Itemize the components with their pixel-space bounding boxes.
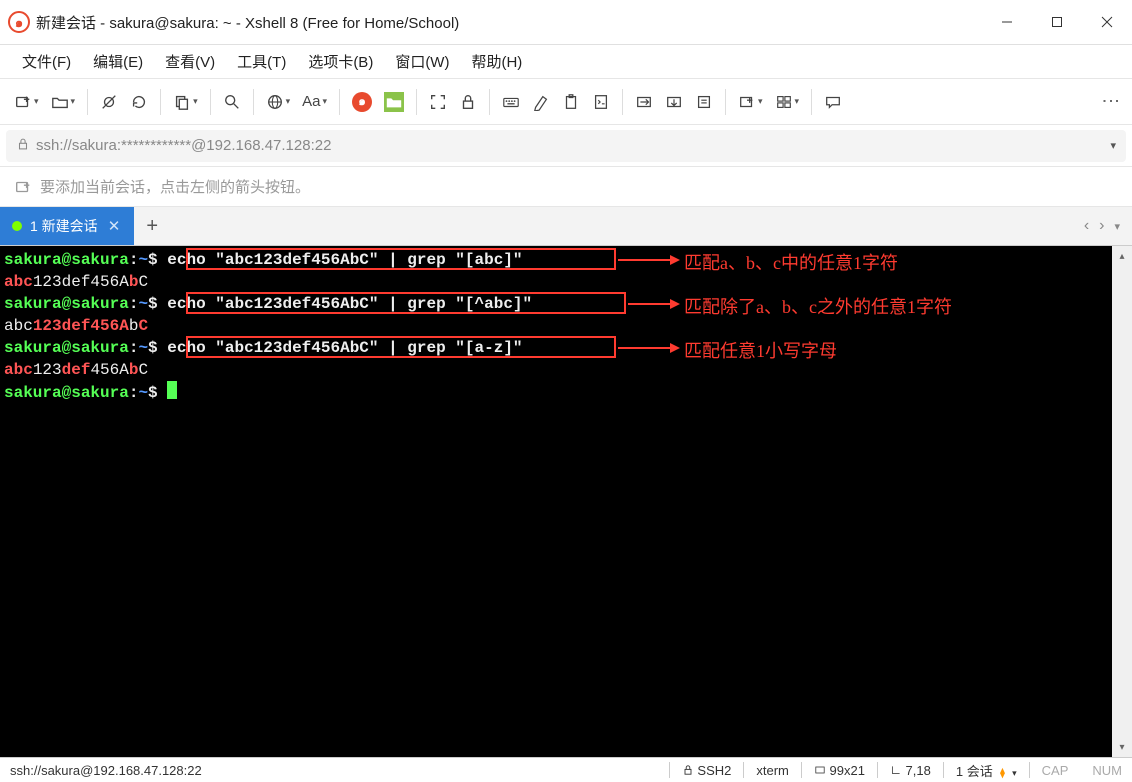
status-bar: ssh://sakura@192.168.47.128:22 SSH2 xter… xyxy=(0,757,1132,782)
new-session-button[interactable]: ▾ xyxy=(8,86,45,118)
status-capslock: CAP xyxy=(1030,763,1081,778)
status-sessions: 1 会话 ⧫ ▾ xyxy=(944,761,1029,780)
menu-edit[interactable]: 编辑(E) xyxy=(83,47,153,76)
reconnect-button[interactable] xyxy=(124,86,154,118)
tab-list-button[interactable]: ▾ xyxy=(1114,220,1120,233)
app-logo-icon: ๑ xyxy=(8,11,30,33)
status-ssh: SSH2 xyxy=(670,763,744,778)
tab-session-1[interactable]: 1 新建会话 ✕ xyxy=(0,207,134,245)
status-cursor-pos: 7,18 xyxy=(878,763,943,778)
close-button[interactable] xyxy=(1082,0,1132,45)
lock-icon xyxy=(16,137,30,155)
address-text: ssh://sakura:************@192.168.47.128… xyxy=(36,137,331,154)
menu-tools[interactable]: 工具(T) xyxy=(227,47,296,76)
disconnect-button[interactable] xyxy=(94,86,124,118)
open-session-button[interactable]: ▾ xyxy=(45,86,82,118)
menu-help[interactable]: 帮助(H) xyxy=(461,47,532,76)
copy-button[interactable]: ▾ xyxy=(167,86,204,118)
lock-button[interactable] xyxy=(453,86,483,118)
new-window-button[interactable]: ▾ xyxy=(732,86,769,118)
window-title: 新建会话 - sakura@sakura: ~ - Xshell 8 (Free… xyxy=(36,12,459,33)
tab-next-button[interactable]: › xyxy=(1099,217,1104,235)
terminal-scrollbar[interactable]: ▴ ▾ xyxy=(1112,246,1132,757)
toolbar-overflow-button[interactable]: ⋮ xyxy=(1100,92,1122,112)
tunnel-button[interactable] xyxy=(629,86,659,118)
menu-tabs[interactable]: 选项卡(B) xyxy=(298,47,383,76)
encoding-button[interactable]: ▾ xyxy=(260,86,297,118)
menu-file[interactable]: 文件(F) xyxy=(12,47,81,76)
address-bar: ssh://sakura:************@192.168.47.128… xyxy=(0,125,1132,167)
scrollbar-track[interactable] xyxy=(1112,266,1132,737)
scroll-up-icon[interactable]: ▴ xyxy=(1112,246,1132,266)
minimize-button[interactable] xyxy=(982,0,1032,45)
menu-view[interactable]: 查看(V) xyxy=(155,47,225,76)
font-button[interactable]: Aa▾ xyxy=(296,86,333,118)
scroll-down-icon[interactable]: ▾ xyxy=(1112,737,1132,757)
toolbar: ▾ ▾ ▾ ▾ Aa▾ ๑ ▾ ▾ ⋮ xyxy=(0,79,1132,125)
tab-status-indicator-icon xyxy=(12,221,22,231)
status-connection: ssh://sakura@192.168.47.128:22 xyxy=(10,763,214,778)
hint-bar: 要添加当前会话，点击左侧的箭头按钮。 xyxy=(0,167,1132,207)
address-input[interactable]: ssh://sakura:************@192.168.47.128… xyxy=(6,130,1126,162)
transfer-button[interactable] xyxy=(659,86,689,118)
address-dropdown-icon[interactable]: ▾ xyxy=(1110,139,1116,152)
clipboard-button[interactable] xyxy=(556,86,586,118)
keyboard-button[interactable] xyxy=(496,86,526,118)
highlight-button[interactable] xyxy=(526,86,556,118)
tab-bar: 1 新建会话 ✕ + ‹ › ▾ xyxy=(0,207,1132,246)
terminal-cursor xyxy=(167,381,177,399)
properties-button[interactable] xyxy=(689,86,719,118)
search-button[interactable] xyxy=(217,86,247,118)
status-numlock: NUM xyxy=(1080,763,1122,778)
hint-text: 要添加当前会话，点击左侧的箭头按钮。 xyxy=(40,176,310,197)
tab-prev-button[interactable]: ‹ xyxy=(1084,217,1089,235)
tab-close-button[interactable]: ✕ xyxy=(106,217,123,235)
chat-button[interactable] xyxy=(818,86,848,118)
layout-button[interactable]: ▾ xyxy=(769,86,806,118)
tab-add-button[interactable]: + xyxy=(134,207,170,245)
xftp-launcher-button[interactable] xyxy=(378,86,410,118)
terminal-wrapper: sakura@sakura:~$ echo "abc123def456AbC" … xyxy=(0,246,1132,757)
status-size: 99x21 xyxy=(802,763,877,778)
title-bar: ๑ 新建会话 - sakura@sakura: ~ - Xshell 8 (Fr… xyxy=(0,0,1132,45)
status-termtype: xterm xyxy=(744,763,801,778)
menu-bar: 文件(F) 编辑(E) 查看(V) 工具(T) 选项卡(B) 窗口(W) 帮助(… xyxy=(0,45,1132,79)
menu-window[interactable]: 窗口(W) xyxy=(385,47,459,76)
maximize-button[interactable] xyxy=(1032,0,1082,45)
script-button[interactable] xyxy=(586,86,616,118)
tab-label: 1 新建会话 xyxy=(30,216,98,236)
xshell-launcher-button[interactable]: ๑ xyxy=(346,86,378,118)
add-session-icon[interactable] xyxy=(14,178,32,196)
fullscreen-button[interactable] xyxy=(423,86,453,118)
terminal[interactable]: sakura@sakura:~$ echo "abc123def456AbC" … xyxy=(0,246,1112,757)
